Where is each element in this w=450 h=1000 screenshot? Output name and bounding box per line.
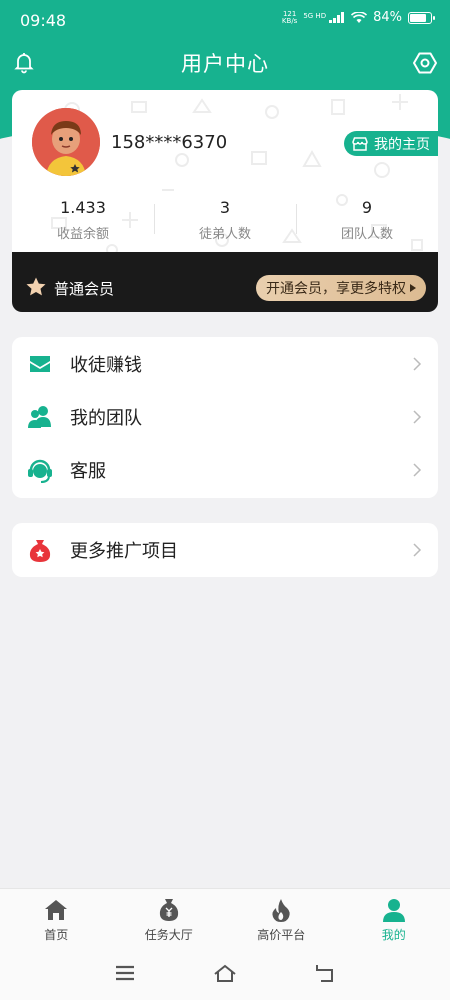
nav-home[interactable]: 首页 — [0, 889, 113, 946]
chevron-right-icon — [413, 543, 422, 557]
chevron-right-icon — [413, 463, 422, 477]
stat-apprentices[interactable]: 3 徒弟人数 — [154, 198, 296, 242]
membership-bar: 普通会员 开通会员，享更多特权 — [12, 252, 438, 312]
battery-icon — [408, 11, 435, 24]
home-icon — [45, 900, 68, 920]
membership-level: 普通会员 — [54, 280, 115, 298]
menu-icon[interactable] — [113, 962, 137, 984]
nav-mine[interactable]: 我的 — [338, 889, 450, 946]
money-bag-icon — [29, 539, 51, 562]
nav-task-hall[interactable]: 任务大厅 — [113, 889, 226, 946]
user-icon — [382, 899, 405, 922]
chevron-right-icon — [413, 410, 422, 424]
customer-service-icon — [28, 459, 52, 483]
stat-value: 1.433 — [60, 198, 106, 217]
stat-balance[interactable]: 1.433 收益余额 — [12, 198, 154, 242]
menu-item-recruit[interactable]: 收徒赚钱 — [12, 337, 438, 390]
stat-value: 9 — [361, 198, 373, 217]
wifi-icon — [351, 11, 368, 23]
open-membership-button[interactable]: 开通会员，享更多特权 — [256, 275, 426, 301]
stats-row: 1.433 收益余额 3 徒弟人数 9 团队人数 — [12, 198, 438, 242]
back-icon[interactable] — [313, 962, 337, 984]
home-outline-icon[interactable] — [213, 962, 237, 984]
menu-item-more-promotions[interactable]: 更多推广项目 — [12, 523, 438, 576]
menu-item-customer-service[interactable]: 客服 — [12, 443, 438, 496]
play-arrow-icon — [410, 284, 416, 292]
page-title: 用户中心 — [181, 52, 269, 76]
settings-icon[interactable] — [412, 50, 438, 76]
network-speed: 121 KB/s — [281, 9, 298, 25]
stat-value: 3 — [219, 198, 231, 217]
yuan-bag-icon — [159, 899, 178, 921]
stat-label: 团队人数 — [340, 227, 393, 242]
menu-card-main: 收徒赚钱 我的团队 客服 — [12, 337, 438, 498]
stat-team[interactable]: 9 团队人数 — [296, 198, 438, 242]
my-homepage-button[interactable]: 我的主页 — [344, 131, 438, 156]
star-icon — [26, 277, 46, 296]
bottom-nav: 首页 任务大厅 高价平台 我的 — [0, 888, 450, 946]
flame-icon — [272, 899, 290, 922]
user-phone: 158****6370 — [111, 132, 228, 153]
signal-icon: 5G HD — [303, 12, 345, 23]
stat-label: 徒弟人数 — [198, 227, 251, 242]
top-bar: 用户中心 — [0, 42, 450, 84]
chevron-right-icon — [413, 357, 422, 371]
system-nav-bar — [0, 946, 450, 1000]
status-indicators: 121 KB/s 5G HD 84% — [281, 9, 435, 25]
nav-premium-platform[interactable]: 高价平台 — [225, 889, 338, 946]
envelope-icon — [30, 355, 50, 372]
profile-card: 158****6370 我的主页 1.433 收益余额 3 徒弟人数 9 团队人… — [12, 90, 438, 264]
status-time: 09:48 — [20, 11, 67, 30]
stat-label: 收益余额 — [56, 227, 109, 242]
status-bar: 09:48 121 KB/s 5G HD 84% — [0, 0, 450, 42]
team-icon — [28, 405, 51, 428]
shop-icon — [352, 136, 368, 151]
battery-percent: 84% — [373, 10, 402, 25]
menu-card-more: 更多推广项目 — [12, 523, 438, 577]
menu-item-my-team[interactable]: 我的团队 — [12, 390, 438, 443]
avatar[interactable] — [32, 108, 100, 176]
